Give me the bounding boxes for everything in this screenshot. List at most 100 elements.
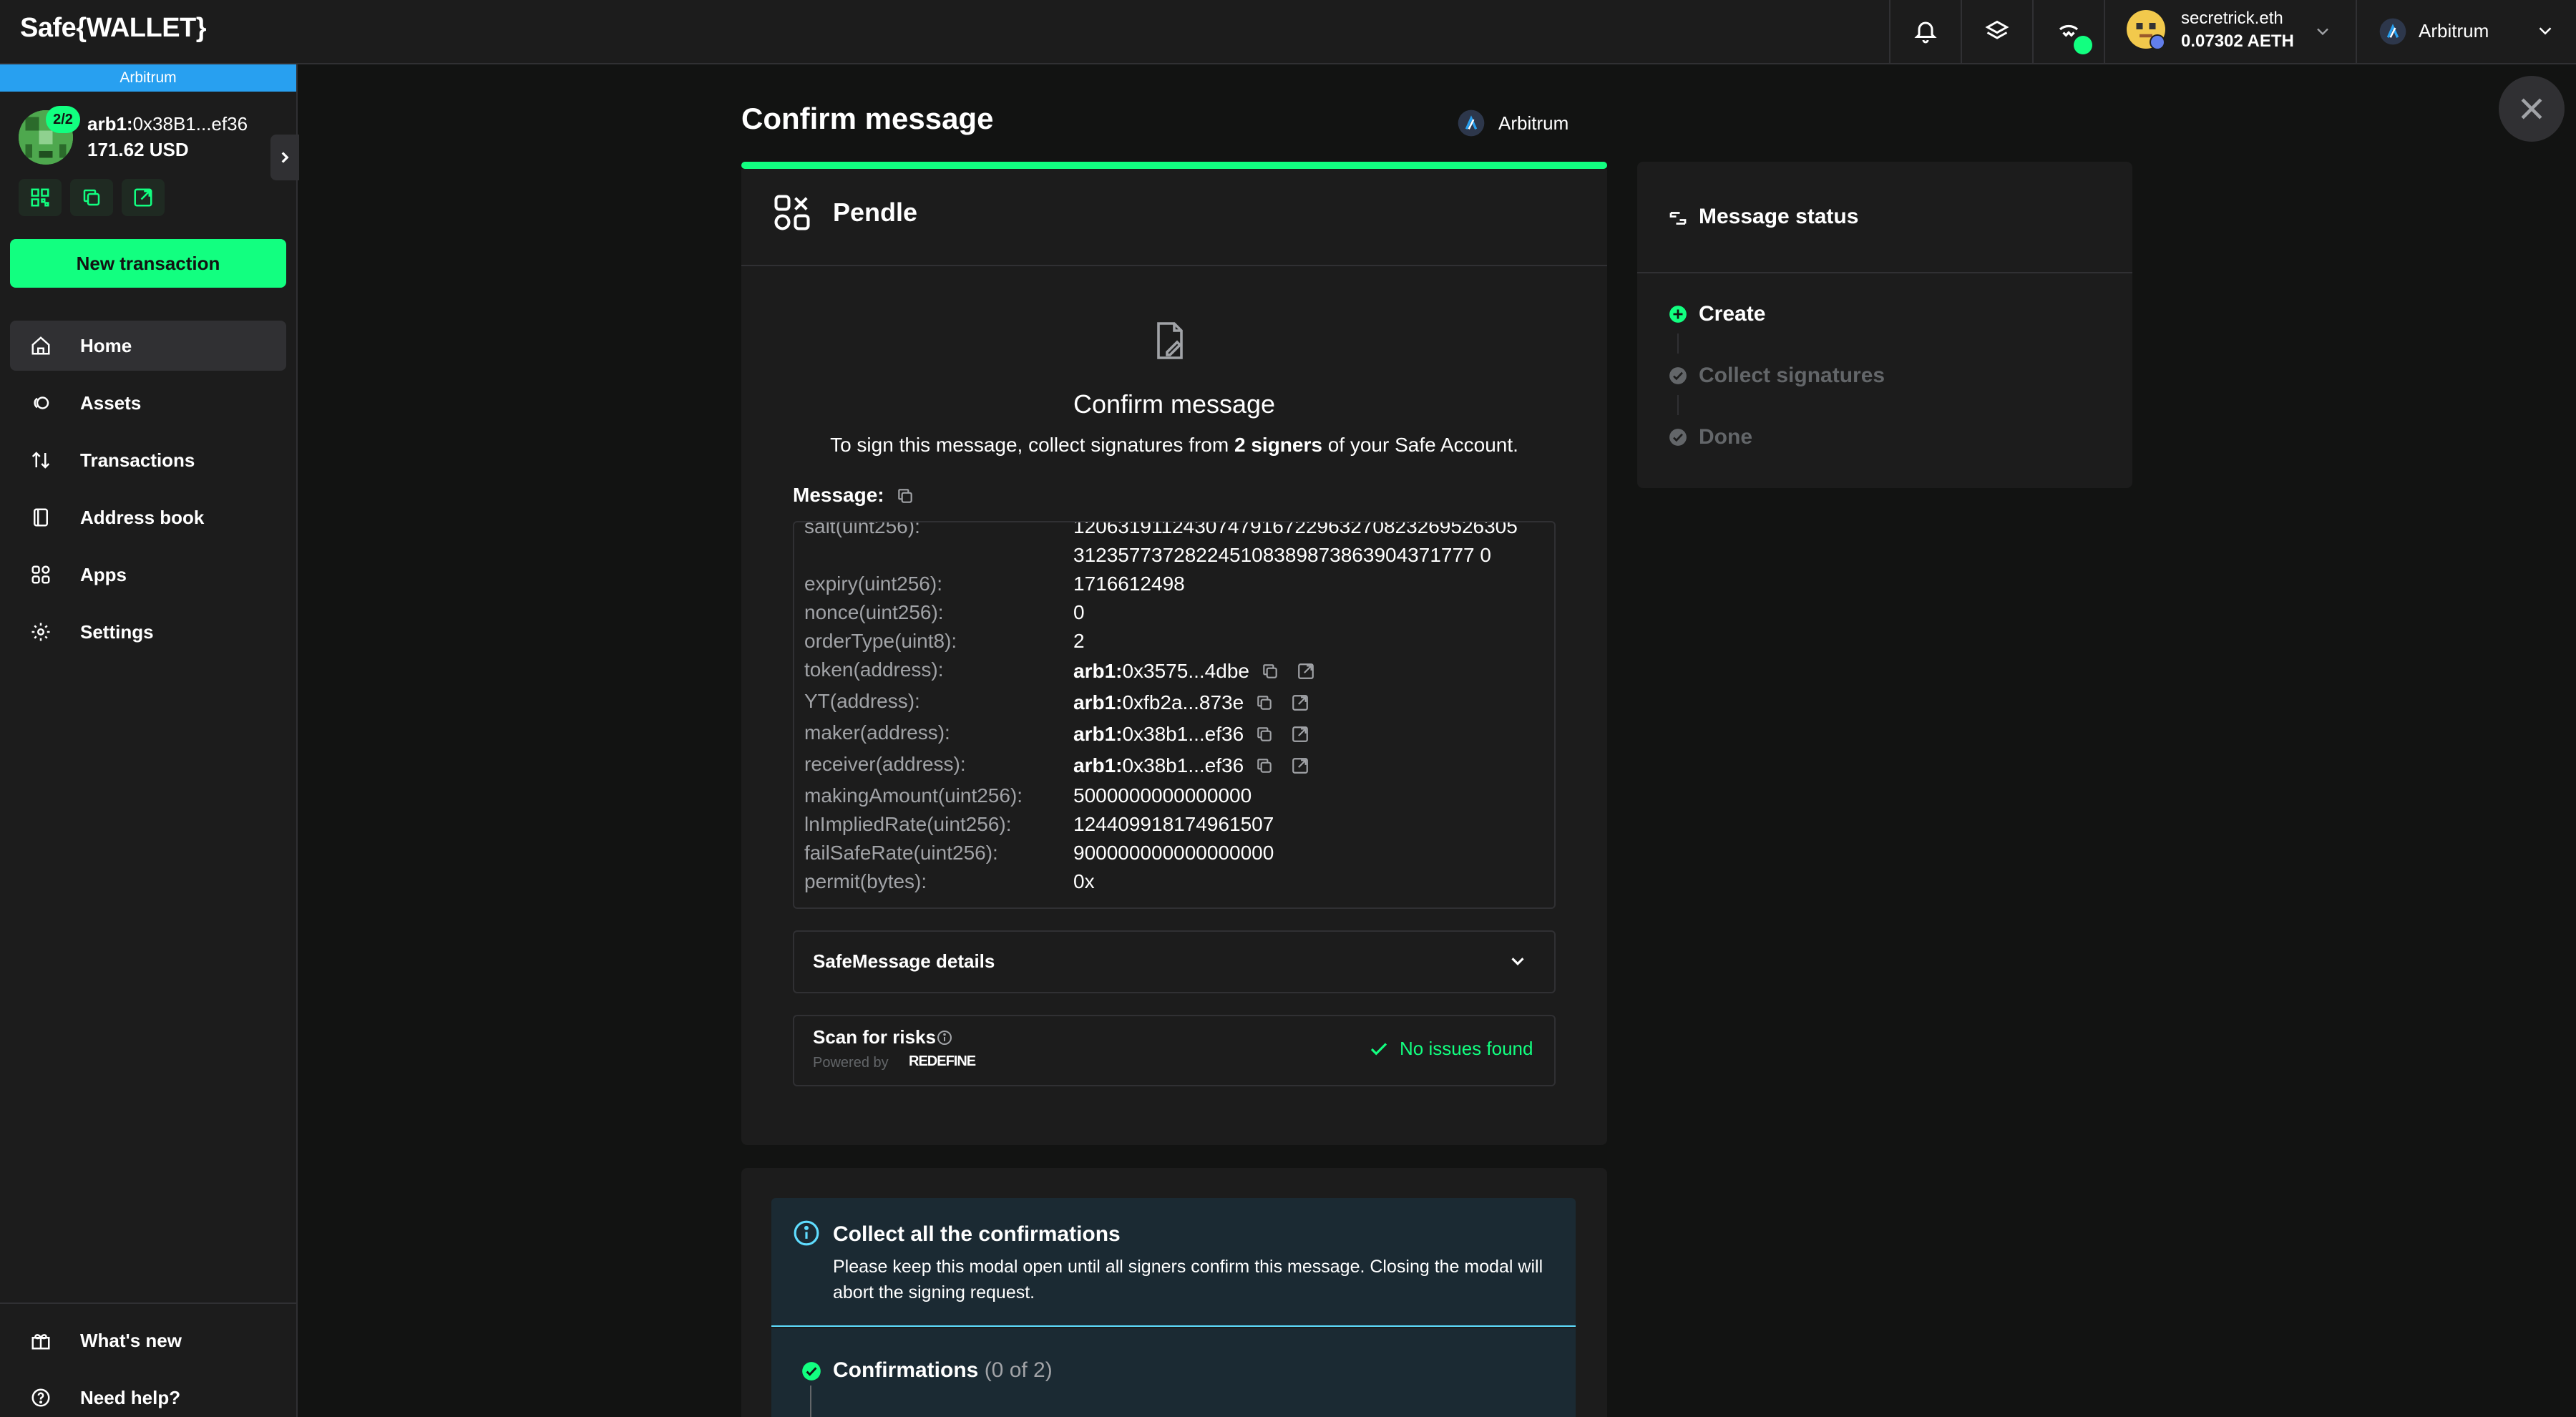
check-circle-icon: [1669, 429, 1687, 446]
copy-icon[interactable]: [1255, 756, 1274, 775]
message-key: receiver(address):: [804, 753, 966, 775]
status-step-done: Done: [1699, 425, 1752, 449]
address-text: 0x3575...4dbe: [1122, 660, 1249, 682]
address-text: 0x38b1...ef36: [1122, 723, 1244, 745]
message-value: 1206319112430747916722963270823269526305: [1073, 521, 1518, 537]
copy-icon[interactable]: [896, 487, 914, 505]
safemessage-details-label: SafeMessage details: [813, 950, 995, 972]
address-prefix: arb1:: [1073, 754, 1123, 776]
layers-icon: [1985, 20, 2009, 39]
message-key: salt(uint256):: [804, 521, 920, 537]
info-text: Please keep this modal open until all si…: [833, 1257, 1543, 1302]
notifications-button[interactable]: [1889, 0, 1961, 63]
address-value: arb1: 0x38b1...ef36: [1073, 723, 1309, 746]
confirmations-label: Confirmations (0 of 2): [833, 1358, 1053, 1383]
copy-address-button[interactable]: [70, 179, 113, 216]
message-key: makingAmount(uint256):: [804, 784, 1023, 807]
check-icon: [1370, 1042, 1387, 1055]
scan-powered-by: Powered by: [813, 1055, 889, 1071]
nav-settings[interactable]: Settings: [10, 607, 286, 657]
safe-logo[interactable]: Safe{WALLET}: [20, 13, 207, 44]
arbitrum-icon: [1458, 109, 1485, 137]
external-link-icon[interactable]: [1291, 693, 1309, 712]
scan-label: Scan for risks: [813, 1026, 936, 1048]
copy-icon: [83, 189, 100, 206]
message-key: nonce(uint256):: [804, 601, 944, 623]
external-link-icon[interactable]: [1291, 756, 1309, 775]
status-title: Message status: [1699, 205, 1859, 228]
message-key: orderType(uint8):: [804, 630, 957, 652]
settings-icon: [31, 623, 50, 641]
walletconnect-button[interactable]: [2032, 0, 2104, 63]
apps-icon: [774, 195, 810, 230]
nav-need-help[interactable]: Need help?: [10, 1373, 286, 1417]
message-key: failSafeRate(uint256):: [804, 842, 998, 864]
scan-result: No issues found: [1368, 1038, 1533, 1060]
sign-prefix: To sign this message, collect signatures…: [830, 434, 1234, 456]
copy-icon[interactable]: [1261, 662, 1279, 681]
chevron-down-icon: [2317, 28, 2328, 36]
network-selector[interactable]: Arbitrum: [2356, 0, 2576, 63]
chevron-down-icon: [2539, 27, 2552, 35]
help-icon: [31, 1388, 50, 1407]
home-icon: [31, 336, 50, 355]
account-balance: 0.07302 AETH: [2181, 31, 2294, 51]
nav-label: Transactions: [80, 449, 195, 471]
qr-code-button[interactable]: [19, 179, 62, 216]
batch-button[interactable]: [1961, 0, 2032, 63]
modal-chain-indicator: Arbitrum: [1457, 109, 1568, 137]
message-key: token(address):: [804, 658, 944, 681]
info-icon: [794, 1220, 819, 1246]
close-modal-button[interactable]: [2499, 76, 2565, 142]
address-prefix: arb1:: [1073, 723, 1123, 745]
gift-icon: [31, 1334, 50, 1350]
status-divider: [1637, 272, 2132, 273]
new-transaction-button[interactable]: New transaction: [10, 239, 286, 288]
copy-icon[interactable]: [1255, 693, 1274, 712]
external-link-icon: [134, 188, 152, 207]
safe-address[interactable]: arb1:0x38B1...ef36: [87, 113, 248, 135]
explorer-link-button[interactable]: [122, 179, 165, 216]
bell-icon: [1914, 21, 1937, 44]
arbitrum-icon: [2379, 18, 2406, 45]
assets-icon: [34, 396, 49, 409]
sign-suffix: of your Safe Account.: [1322, 434, 1518, 456]
network-name: Arbitrum: [2419, 20, 2489, 42]
message-value: 0x: [1073, 870, 1095, 892]
address-value: arb1: 0x38b1...ef36: [1073, 754, 1309, 777]
address-prefix: arb1:: [1073, 660, 1123, 682]
message-value: 900000000000000000: [1073, 842, 1274, 864]
document-sign-icon: [1157, 322, 1183, 359]
nav-address-book[interactable]: Address book: [10, 492, 286, 542]
info-icon[interactable]: [936, 1029, 953, 1046]
progress-bar: [741, 162, 1607, 169]
nav-transactions[interactable]: Transactions: [10, 435, 286, 485]
external-link-icon[interactable]: [1291, 725, 1309, 744]
step-connector: [1677, 333, 1679, 354]
nav-label: Address book: [80, 506, 205, 528]
message-value: 0: [1073, 601, 1085, 623]
nav-apps[interactable]: Apps: [10, 550, 286, 600]
external-link-icon[interactable]: [1297, 662, 1315, 681]
account-button[interactable]: secretrick.eth 0.07302 AETH: [2104, 0, 2356, 63]
copy-icon[interactable]: [1255, 725, 1274, 744]
app-name: Pendle: [833, 198, 918, 227]
nav-assets[interactable]: Assets: [10, 378, 286, 428]
nav-home[interactable]: Home: [10, 321, 286, 371]
close-icon: [2521, 98, 2542, 120]
check-circle-icon: [1669, 367, 1687, 384]
nav-label: Settings: [80, 620, 154, 643]
sidebar-toggle-button[interactable]: [270, 135, 299, 180]
nav-label: Apps: [80, 563, 127, 585]
account-name: secretrick.eth: [2181, 9, 2283, 28]
timeline-line: [810, 1386, 811, 1417]
sidebar: Arbitrum 2/2 arb1:0x38B1...ef36 171.62 U…: [0, 64, 299, 1417]
address-prefix: arb1:: [1073, 691, 1123, 714]
redefine-logo: REDEFINE: [909, 1053, 976, 1069]
signers-count: 2 signers: [1234, 434, 1322, 456]
address-value: 0x38B1...ef36: [132, 113, 248, 135]
nav-whats-new[interactable]: What's new: [10, 1315, 286, 1365]
message-key: YT(address):: [804, 690, 920, 712]
confirm-heading: Confirm message: [1073, 389, 1276, 419]
message-content[interactable]: salt(uint256): 1206319112430747916722963…: [793, 521, 1556, 909]
